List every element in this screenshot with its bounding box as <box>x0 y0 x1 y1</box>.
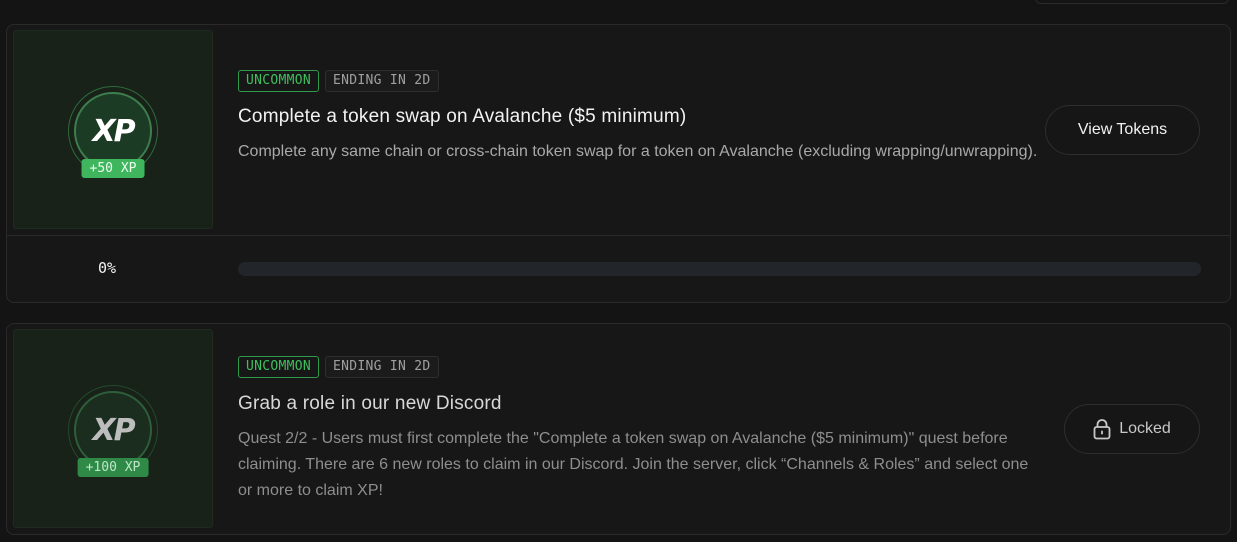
xp-badge: XP +50 XP <box>68 86 158 178</box>
lock-icon <box>1093 419 1111 440</box>
rarity-tag: UNCOMMON <box>238 356 320 378</box>
xp-reward-pill: +50 XP <box>81 159 145 178</box>
quest-description: Quest 2/2 - Users must first complete th… <box>238 430 1029 499</box>
view-tokens-button[interactable]: View Tokens <box>1045 105 1200 155</box>
quest-title: Grab a role in our new Discord <box>238 393 502 414</box>
card-divider <box>7 235 1230 236</box>
quest-card: XP +50 XP UNCOMMON ENDING IN 2D Complete… <box>6 24 1231 303</box>
view-tokens-label: View Tokens <box>1077 121 1168 138</box>
quest-tags: UNCOMMON ENDING IN 2D <box>238 70 439 92</box>
xp-logo: XP <box>92 412 135 448</box>
quest-thumbnail: XP +50 XP <box>13 30 213 229</box>
rarity-tag: UNCOMMON <box>238 70 320 92</box>
xp-reward-pill: +100 XP <box>77 458 149 477</box>
progress-bar <box>238 262 1201 276</box>
xp-logo: XP <box>92 113 135 149</box>
ending-tag: ENDING IN 2D <box>325 356 439 378</box>
quest-tags: UNCOMMON ENDING IN 2D <box>238 356 439 378</box>
locked-button[interactable]: Locked <box>1064 404 1200 454</box>
quest-description: Complete any same chain or cross-chain t… <box>238 143 1038 160</box>
quest-thumbnail: XP +100 XP <box>13 329 213 528</box>
quest-title: Complete a token swap on Avalanche ($5 m… <box>238 106 687 127</box>
ending-tag: ENDING IN 2D <box>325 70 439 92</box>
locked-label: Locked <box>1119 420 1171 437</box>
quest-card: XP +100 XP UNCOMMON ENDING IN 2D Grab a … <box>6 323 1231 535</box>
progress-percent: 0% <box>97 259 117 277</box>
previous-card-edge <box>1035 0 1229 4</box>
xp-badge: XP +100 XP <box>68 385 158 477</box>
